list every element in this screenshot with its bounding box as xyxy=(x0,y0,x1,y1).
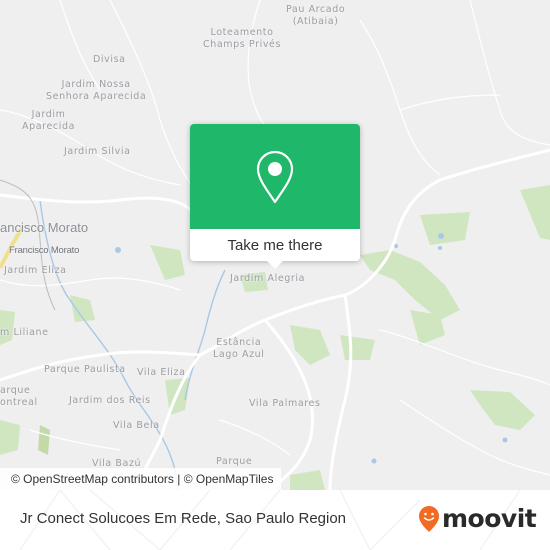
popup-header xyxy=(190,124,360,229)
footer-bar: Jr Conect Solucoes Em Rede, Sao Paulo Re… xyxy=(0,490,550,550)
place-label-jardim-nossa-senhora: Jardim Nossa Senhora Aparecida xyxy=(46,79,147,102)
place-label-jardim-silvia: Jardim Silvia xyxy=(64,146,131,157)
place-label-jardim-aparecida: Jardim Aparecida xyxy=(22,109,76,132)
place-label-vila-eliza: Vila Eliza xyxy=(137,367,186,378)
place-label-vila-palmares: Vila Palmares xyxy=(249,398,321,409)
place-label-jardim-liliane: m Liliane xyxy=(0,327,49,338)
place-label-jardim-dos-reis: Jardim dos Reis xyxy=(69,395,151,406)
place-label-pau-arcado: Pau Arcado (Atibaia) xyxy=(286,4,346,27)
place-label-loteamento: Loteamento Champs Privés xyxy=(203,27,282,50)
popup-tail xyxy=(267,261,283,269)
place-label-parque: Parque xyxy=(216,456,253,467)
place-label-francisco-morato-station: Francisco Morato xyxy=(9,245,80,256)
map-view[interactable]: Pau Arcado (Atibaia) Loteamento Champs P… xyxy=(0,0,550,490)
location-title: Jr Conect Solucoes Em Rede, Sao Paulo Re… xyxy=(20,510,347,527)
place-label-divisa: Divisa xyxy=(93,54,126,65)
map-pin-icon xyxy=(256,150,294,203)
take-me-there-button[interactable]: Take me there xyxy=(190,229,360,261)
moovit-wordmark: moovit xyxy=(442,504,537,533)
place-label-estancia-lago-azul: Estância Lago Azul xyxy=(213,337,265,360)
place-label-parque-montreal: arque ontreal xyxy=(0,385,38,408)
location-popup: Take me there xyxy=(190,124,360,269)
place-label-vila-bela: Vila Bela xyxy=(113,420,160,431)
place-label-jardim-eliza: Jardim Eliza xyxy=(4,265,67,276)
moovit-pin-icon xyxy=(419,506,439,532)
place-label-francisco-morato-city: ancisco Morato xyxy=(0,220,89,235)
map-attribution: © OpenStreetMap contributors | © OpenMap… xyxy=(0,468,282,490)
place-label-parque-paulista: Parque Paulista xyxy=(44,364,126,375)
attribution-text: © OpenStreetMap contributors | © OpenMap… xyxy=(11,472,274,486)
place-label-jardim-alegria: Jardim Alegria xyxy=(230,273,306,284)
moovit-logo[interactable]: moovit xyxy=(418,504,537,534)
